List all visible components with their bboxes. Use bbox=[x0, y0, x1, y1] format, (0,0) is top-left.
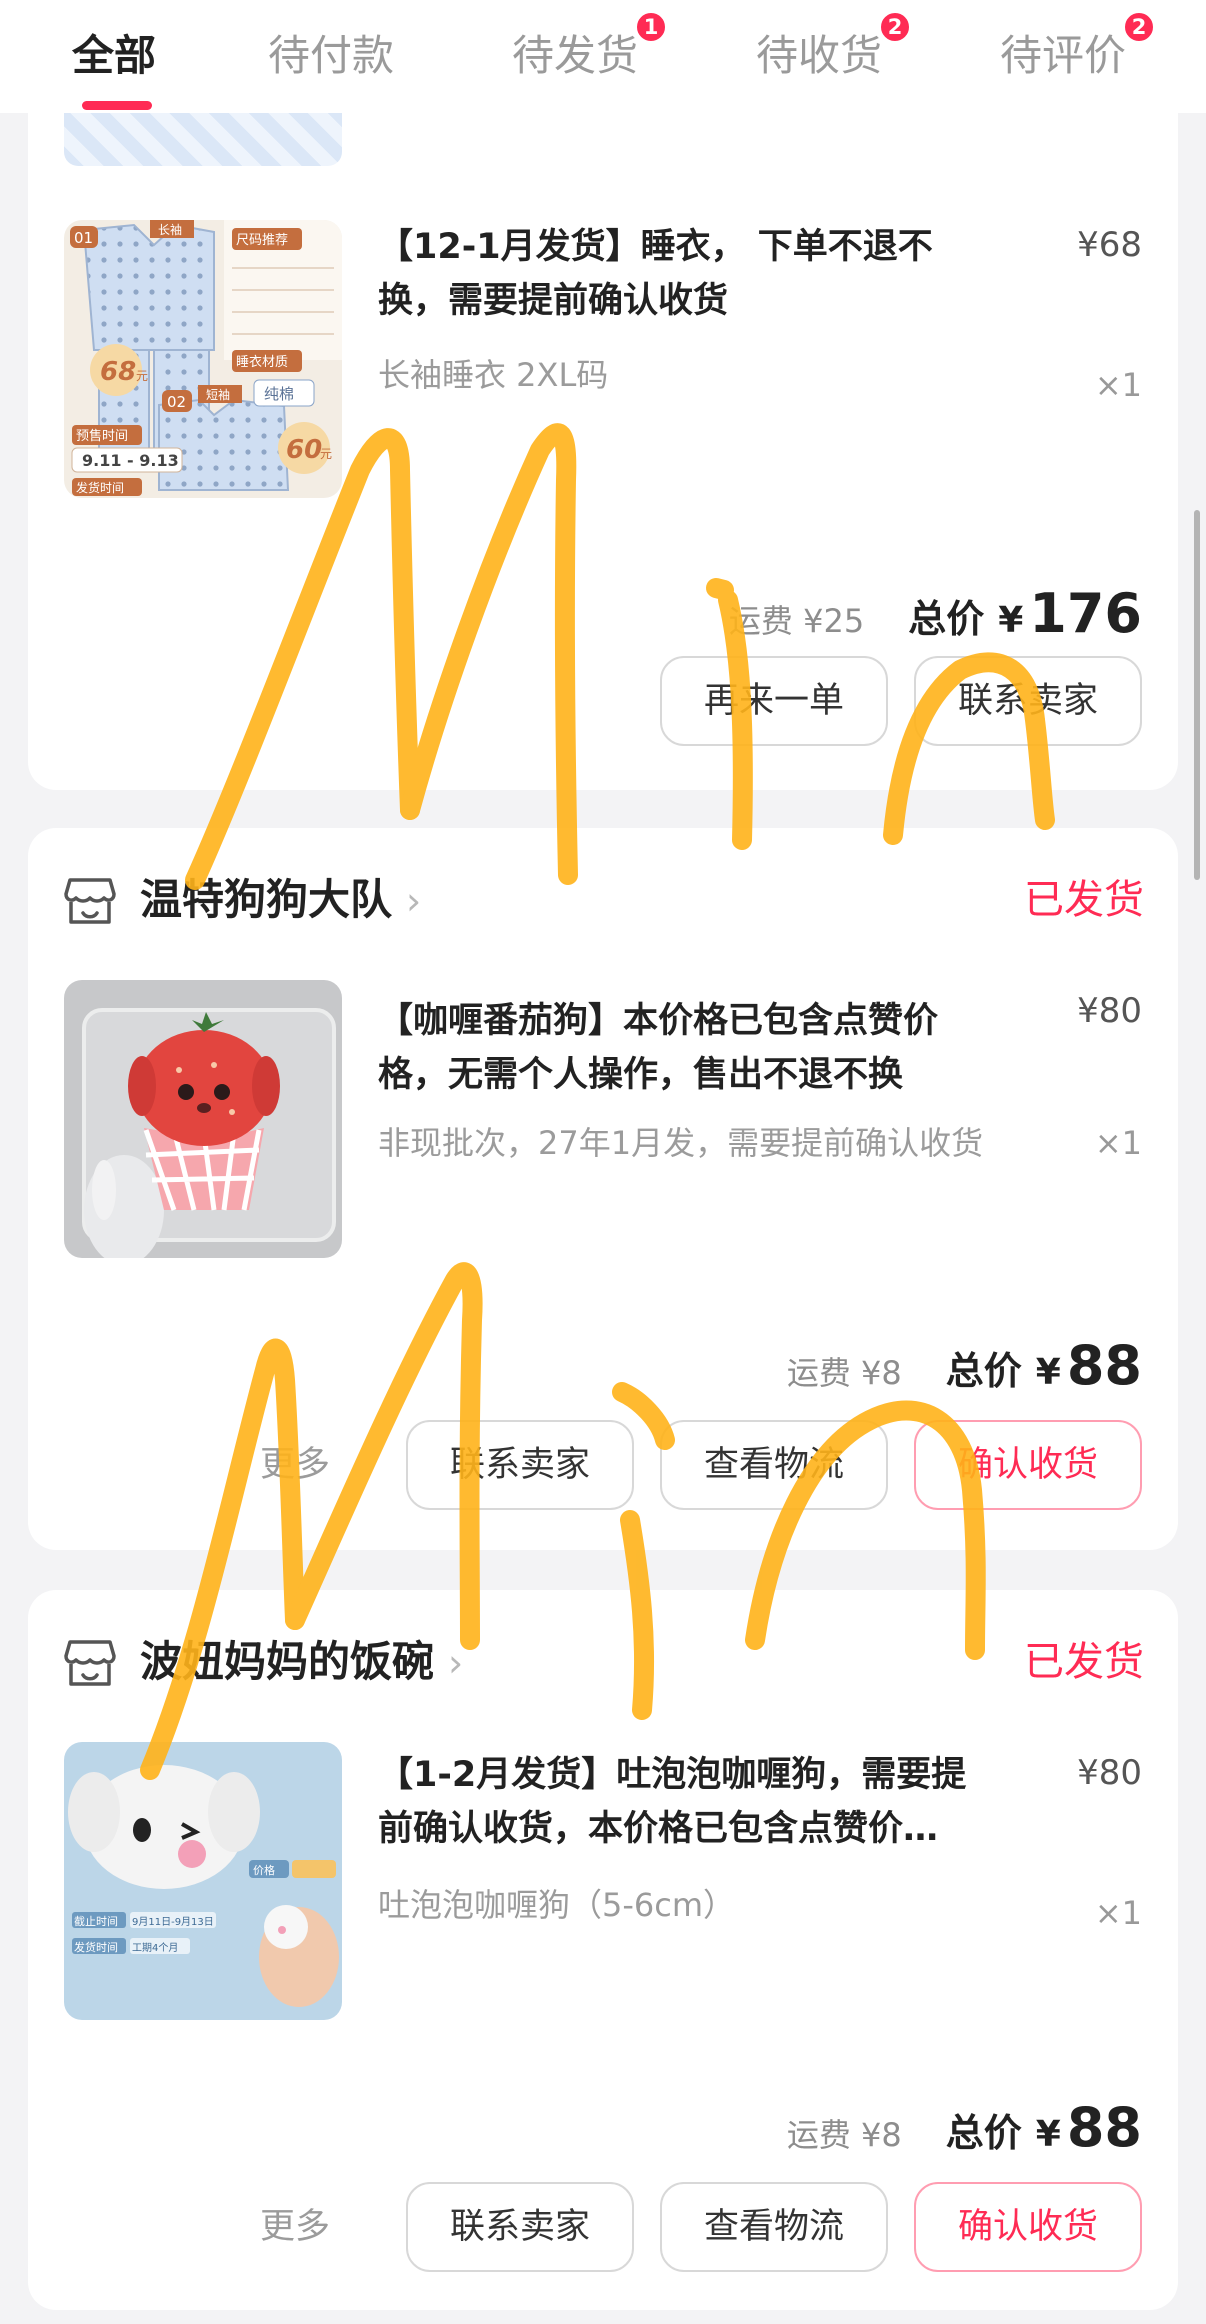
tab-label: 全部 bbox=[72, 31, 157, 80]
order-status: 已发货 bbox=[1024, 877, 1144, 923]
order-status: 已发货 bbox=[1024, 1639, 1144, 1685]
shop-header[interactable]: 温特狗狗大队 › 已发货 bbox=[64, 870, 1144, 930]
count-badge: 2 bbox=[1122, 10, 1157, 44]
view-logistics-button[interactable]: 查看物流 bbox=[660, 1420, 888, 1510]
thumb-tag-01: 01 bbox=[74, 229, 93, 247]
order-totals: 运费 ¥8 总价 ¥88 bbox=[786, 1334, 1142, 1397]
thumb-price-60: 60 bbox=[286, 435, 322, 465]
shipping-fee: 运费 ¥25 bbox=[728, 602, 865, 640]
order-tab-bar: 全部 待付款 待发货 1 待收货 2 待评价 2 bbox=[0, 0, 1206, 113]
confirm-receipt-button[interactable]: 确认收货 bbox=[914, 1420, 1142, 1510]
currency-symbol: ¥ bbox=[1035, 1352, 1061, 1393]
shop-name-text: 温特狗狗大队 bbox=[140, 875, 393, 924]
thumb-material-label: 睡衣材质 bbox=[236, 354, 288, 370]
thumb-price-label: 价格 bbox=[253, 1863, 275, 1877]
active-tab-indicator bbox=[82, 101, 152, 110]
chevron-right-icon: › bbox=[406, 879, 422, 923]
thumb-ship-label: 发货时间 bbox=[76, 480, 124, 495]
shop-name[interactable]: 波妞妈妈的饭碗 › bbox=[140, 1632, 463, 1693]
thumb-price-unit: 元 bbox=[320, 447, 332, 461]
pajama-product-image: 尺码推荐 睡衣材质 纯棉 01 长袖 68 元 预售时间 9.11 - 9.13… bbox=[64, 220, 342, 498]
total-amount: 88 bbox=[1066, 2096, 1142, 2159]
product-title[interactable]: 【1-2月发货】吐泡泡咖喱狗，需要提前确认收货，本价格已包含点赞价… bbox=[378, 1748, 988, 1856]
product-spec: 非现批次，27年1月发，需要提前确认收货 bbox=[378, 1124, 984, 1162]
product-quantity: ×1 bbox=[1094, 366, 1142, 404]
order-card: 尺码推荐 睡衣材质 纯棉 01 长袖 68 元 预售时间 9.11 - 9.13… bbox=[28, 60, 1178, 790]
count-badge: 1 bbox=[634, 10, 669, 44]
product-thumbnail[interactable]: 价格 截止时间 9月11日-9月13日 发货时间 工期4个月 bbox=[64, 1742, 342, 2020]
thumb-short-sleeve-label: 短袖 bbox=[206, 387, 230, 402]
currency-symbol: ¥ bbox=[998, 600, 1024, 641]
thumb-size-label: 尺码推荐 bbox=[236, 233, 288, 248]
count-badge: 2 bbox=[878, 10, 913, 44]
tab-all[interactable]: 全部 bbox=[72, 26, 156, 86]
thumb-price-unit: 元 bbox=[136, 369, 148, 383]
order-card: 温特狗狗大队 › 已发货 【咖喱番茄狗】本价格已包含点赞价格，无需个人操作，售出… bbox=[28, 828, 1178, 1550]
thumb-date: 9.11 - 9.13 bbox=[82, 451, 179, 470]
total-label: 总价 bbox=[945, 1349, 1022, 1393]
order-total: 总价 ¥88 bbox=[946, 2096, 1142, 2159]
thumb-deadline-label: 截止时间 bbox=[74, 1914, 118, 1928]
chevron-right-icon: › bbox=[448, 1641, 464, 1685]
thumb-deadline-value: 9月11日-9月13日 bbox=[132, 1916, 214, 1928]
shipping-fee: 运费 ¥8 bbox=[786, 2116, 902, 2154]
total-amount: 176 bbox=[1029, 582, 1142, 645]
currency-symbol: ¥ bbox=[1035, 2114, 1061, 2155]
product-price: ¥68 bbox=[1077, 225, 1142, 265]
more-actions-link[interactable]: 更多 bbox=[260, 2182, 330, 2272]
plush-tomato-dog-image bbox=[64, 980, 342, 1258]
order-total: 总价 ¥176 bbox=[908, 582, 1142, 645]
total-amount: 88 bbox=[1066, 1334, 1142, 1397]
thumb-ship-value: 工期4个月 bbox=[132, 1942, 178, 1954]
tab-label: 待评价 bbox=[1000, 31, 1127, 80]
contact-seller-button[interactable]: 联系卖家 bbox=[406, 1420, 634, 1510]
tab-label: 待收货 bbox=[756, 31, 883, 80]
product-thumbnail-partial[interactable] bbox=[64, 106, 342, 166]
contact-seller-button[interactable]: 联系卖家 bbox=[914, 656, 1142, 746]
product-thumbnail[interactable] bbox=[64, 980, 342, 1258]
thumb-price-68: 68 bbox=[100, 357, 136, 387]
thumb-long-sleeve-label: 长袖 bbox=[158, 222, 182, 237]
tab-pending-receipt[interactable]: 待收货 2 bbox=[756, 10, 913, 86]
product-title[interactable]: 【咖喱番茄狗】本价格已包含点赞价格，无需个人操作，售出不退不换 bbox=[378, 994, 988, 1102]
scrollbar[interactable] bbox=[1194, 510, 1200, 880]
thumb-tag-02: 02 bbox=[167, 393, 186, 411]
order-card: 波妞妈妈的饭碗 › 已发货 价格 截止时间 9月11日-9月13日 发货时间 工… bbox=[28, 1590, 1178, 2310]
tab-pending-review[interactable]: 待评价 2 bbox=[1000, 10, 1157, 86]
product-spec: 长袖睡衣 2XL码 bbox=[378, 356, 609, 394]
product-quantity: ×1 bbox=[1094, 1124, 1142, 1162]
tab-pending-shipment[interactable]: 待发货 1 bbox=[512, 10, 669, 86]
view-logistics-button[interactable]: 查看物流 bbox=[660, 2182, 888, 2272]
order-total: 总价 ¥88 bbox=[946, 1334, 1142, 1397]
product-thumbnail[interactable]: 尺码推荐 睡衣材质 纯棉 01 长袖 68 元 预售时间 9.11 - 9.13… bbox=[64, 220, 342, 498]
plush-bubble-dog-image: 价格 截止时间 9月11日-9月13日 发货时间 工期4个月 bbox=[64, 1742, 342, 2020]
thumb-ship-label: 发货时间 bbox=[74, 1940, 118, 1954]
confirm-receipt-button[interactable]: 确认收货 bbox=[914, 2182, 1142, 2272]
product-price: ¥80 bbox=[1077, 991, 1142, 1031]
thumb-cotton-label: 纯棉 bbox=[264, 385, 294, 403]
product-quantity: ×1 bbox=[1094, 1894, 1142, 1932]
contact-seller-button[interactable]: 联系卖家 bbox=[406, 2182, 634, 2272]
store-icon bbox=[64, 878, 116, 924]
order-totals: 运费 ¥25 总价 ¥176 bbox=[728, 582, 1142, 645]
product-spec: 吐泡泡咖喱狗（5-6cm） bbox=[378, 1886, 736, 1924]
shop-header[interactable]: 波妞妈妈的饭碗 › 已发货 bbox=[64, 1632, 1144, 1692]
tab-pending-payment[interactable]: 待付款 bbox=[268, 26, 394, 86]
shop-name-text: 波妞妈妈的饭碗 bbox=[140, 1637, 435, 1686]
more-actions-link[interactable]: 更多 bbox=[260, 1420, 330, 1510]
product-title[interactable]: 【12-1月发货】睡衣， 下单不退不换，需要提前确认收货 bbox=[378, 220, 988, 328]
order-list-screen: 全部 待付款 待发货 1 待收货 2 待评价 2 尺码推荐 睡衣材质 纯棉 01… bbox=[0, 0, 1206, 2324]
thumb-presale-label: 预售时间 bbox=[76, 428, 128, 444]
total-label: 总价 bbox=[908, 597, 985, 641]
tab-label: 待发货 bbox=[512, 31, 639, 80]
product-price: ¥80 bbox=[1077, 1753, 1142, 1793]
reorder-button[interactable]: 再来一单 bbox=[660, 656, 888, 746]
tab-label: 待付款 bbox=[268, 31, 395, 80]
total-label: 总价 bbox=[945, 2111, 1022, 2155]
store-icon bbox=[64, 1640, 116, 1686]
order-totals: 运费 ¥8 总价 ¥88 bbox=[786, 2096, 1142, 2159]
shipping-fee: 运费 ¥8 bbox=[786, 1354, 902, 1392]
shop-name[interactable]: 温特狗狗大队 › bbox=[140, 870, 421, 931]
